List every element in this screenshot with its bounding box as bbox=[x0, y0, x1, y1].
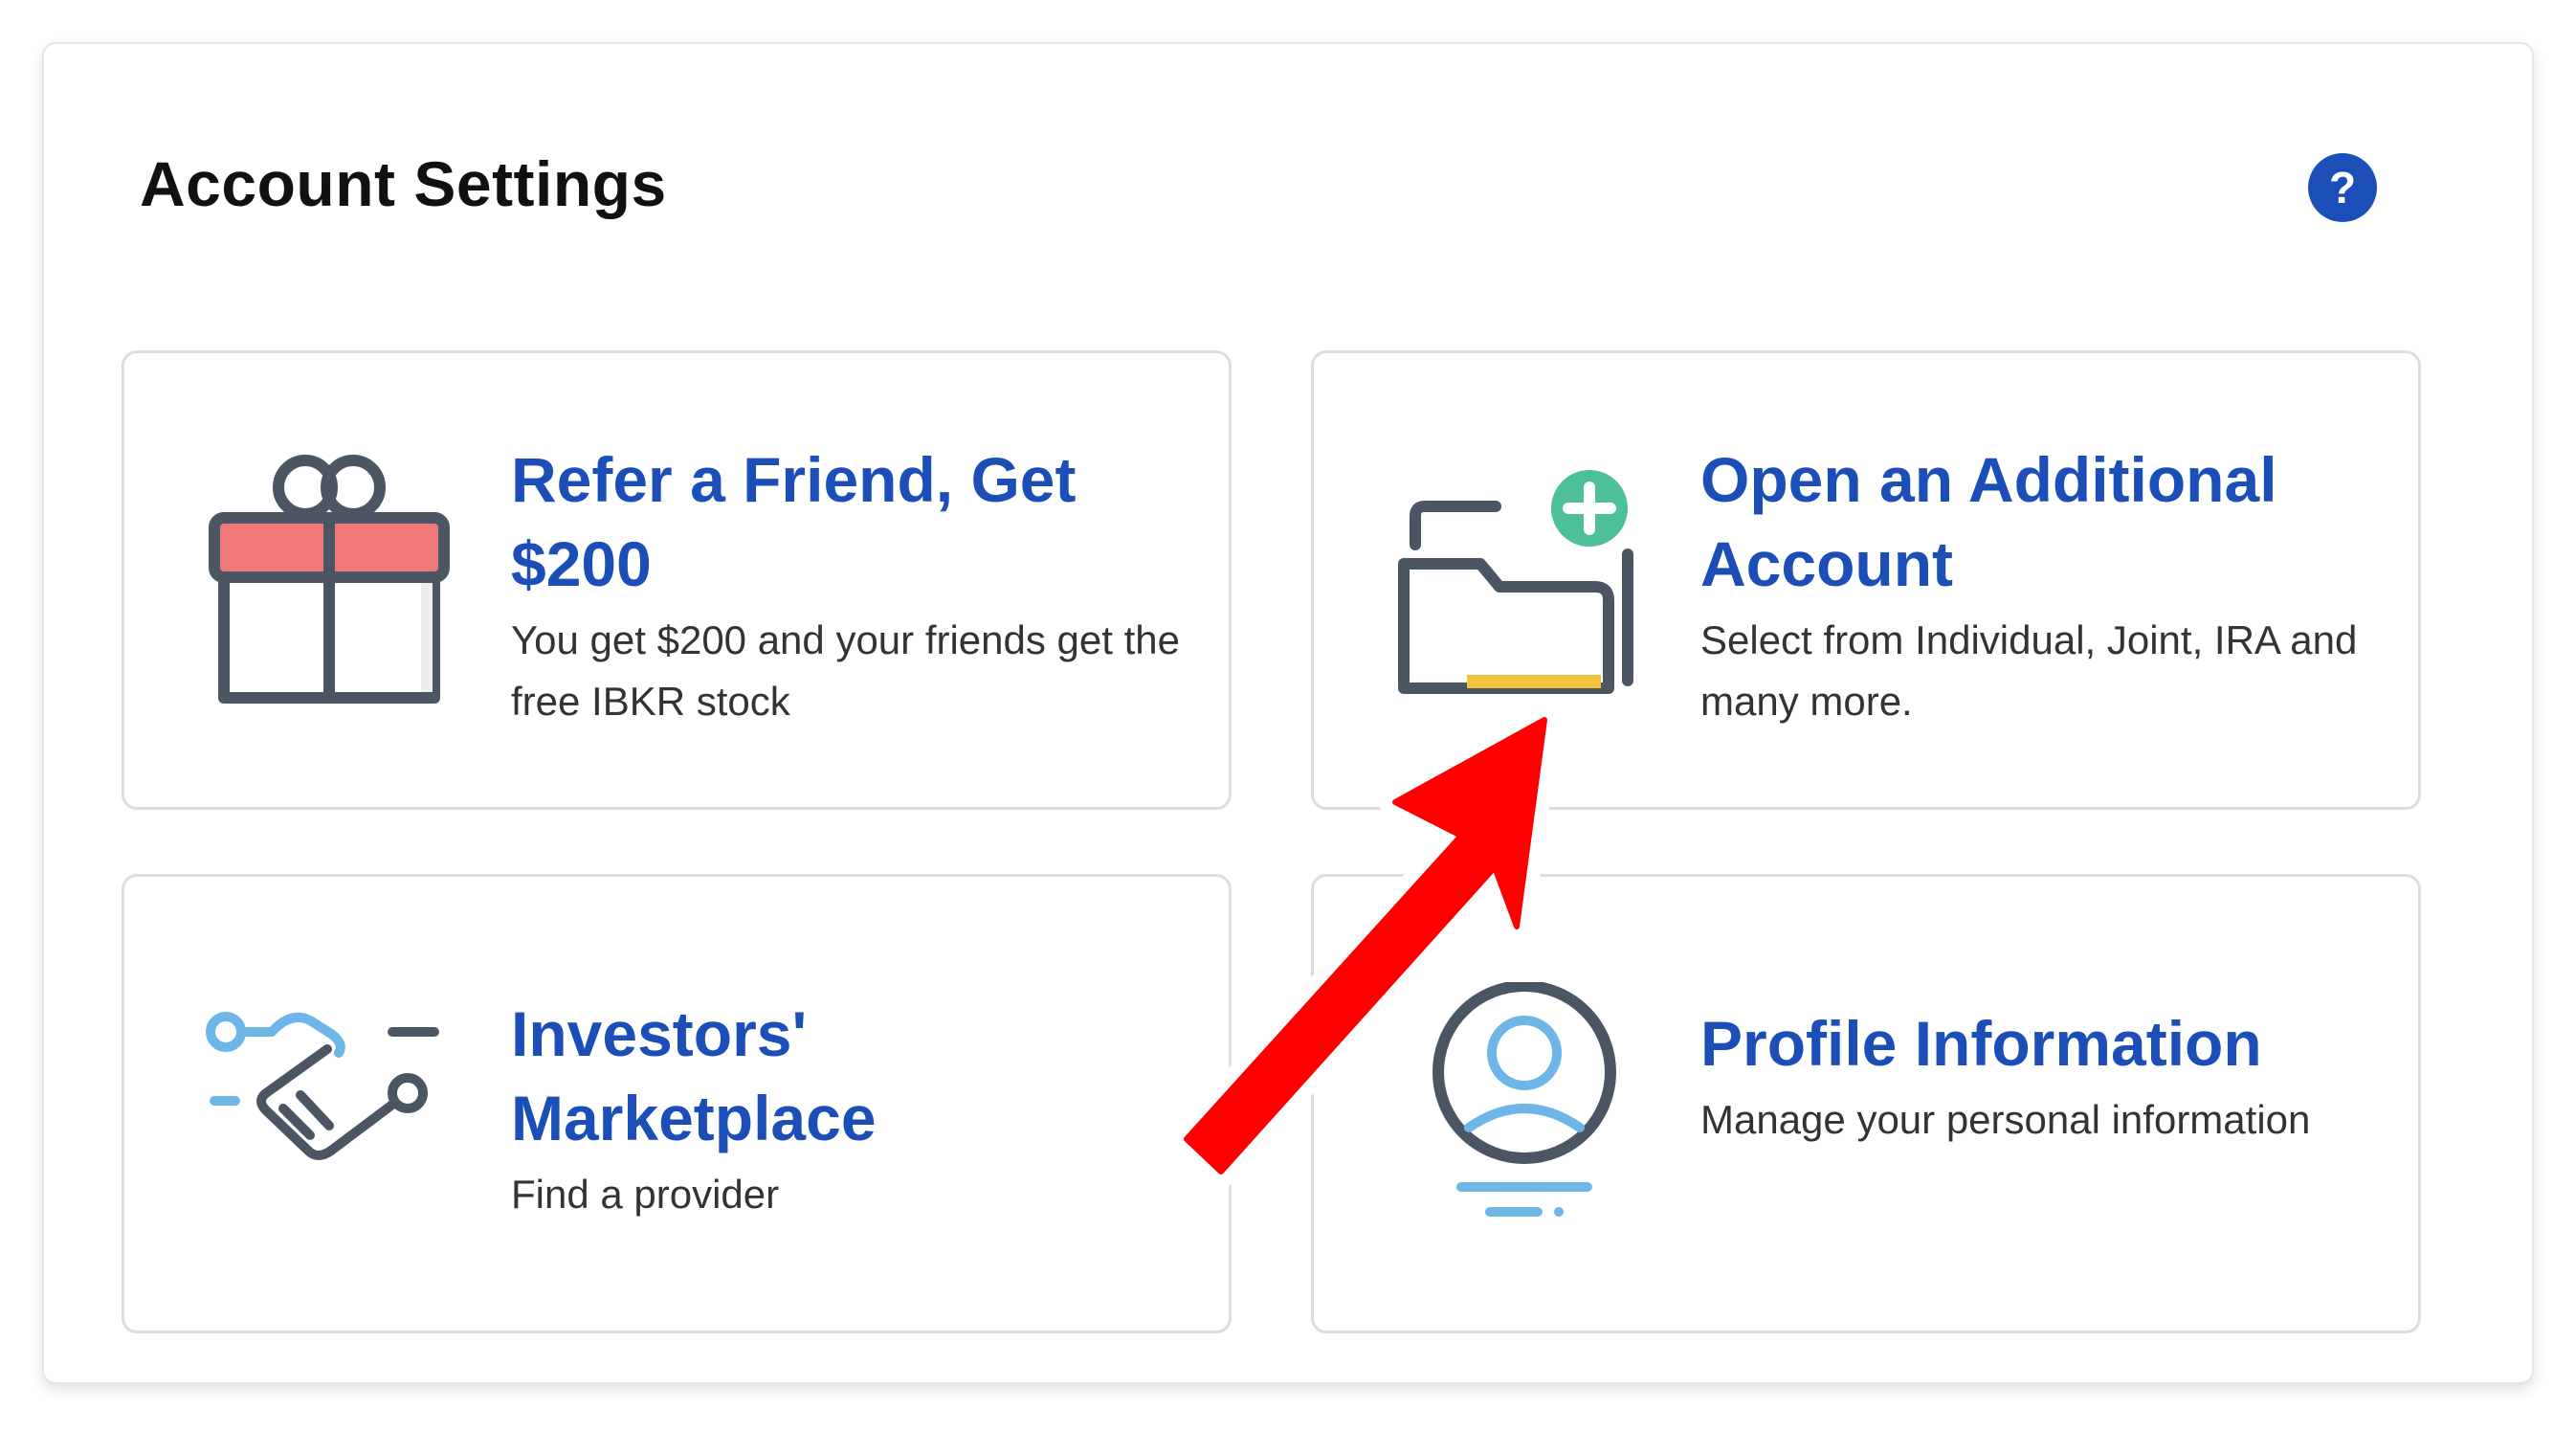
folder-plus-icon bbox=[1394, 449, 1643, 717]
gift-icon bbox=[205, 449, 454, 717]
open-additional-account-card[interactable]: Open an Additional Account Select from I… bbox=[1311, 350, 2421, 810]
page-title: Account Settings bbox=[140, 148, 667, 219]
question-mark-icon: ? bbox=[2328, 163, 2357, 213]
refer-friend-description: You get $200 and your friends get the fr… bbox=[511, 617, 1180, 724]
marketplace-description: Find a provider bbox=[511, 1172, 780, 1217]
refer-friend-heading[interactable]: Refer a Friend, Get $200 bbox=[511, 437, 1181, 606]
user-profile-icon bbox=[1432, 980, 1681, 1250]
refer-friend-card[interactable]: Refer a Friend, Get $200 You get $200 an… bbox=[122, 350, 1232, 810]
handshake-icon bbox=[205, 982, 454, 1250]
open-account-heading[interactable]: Open an Additional Account bbox=[1700, 437, 2370, 606]
profile-heading[interactable]: Profile Information bbox=[1700, 1001, 2370, 1085]
open-account-description: Select from Individual, Joint, IRA and m… bbox=[1700, 617, 2358, 724]
investors-marketplace-card[interactable]: Investors' Marketplace Find a provider bbox=[122, 874, 1232, 1333]
profile-information-card[interactable]: Profile Information Manage your personal… bbox=[1311, 874, 2421, 1333]
profile-description: Manage your personal information bbox=[1700, 1097, 2311, 1142]
marketplace-heading[interactable]: Investors' Marketplace bbox=[511, 992, 1181, 1160]
help-button[interactable]: ? bbox=[2308, 153, 2377, 222]
page: Account Settings ? Refer a Friend, Get $… bbox=[0, 0, 2576, 1432]
